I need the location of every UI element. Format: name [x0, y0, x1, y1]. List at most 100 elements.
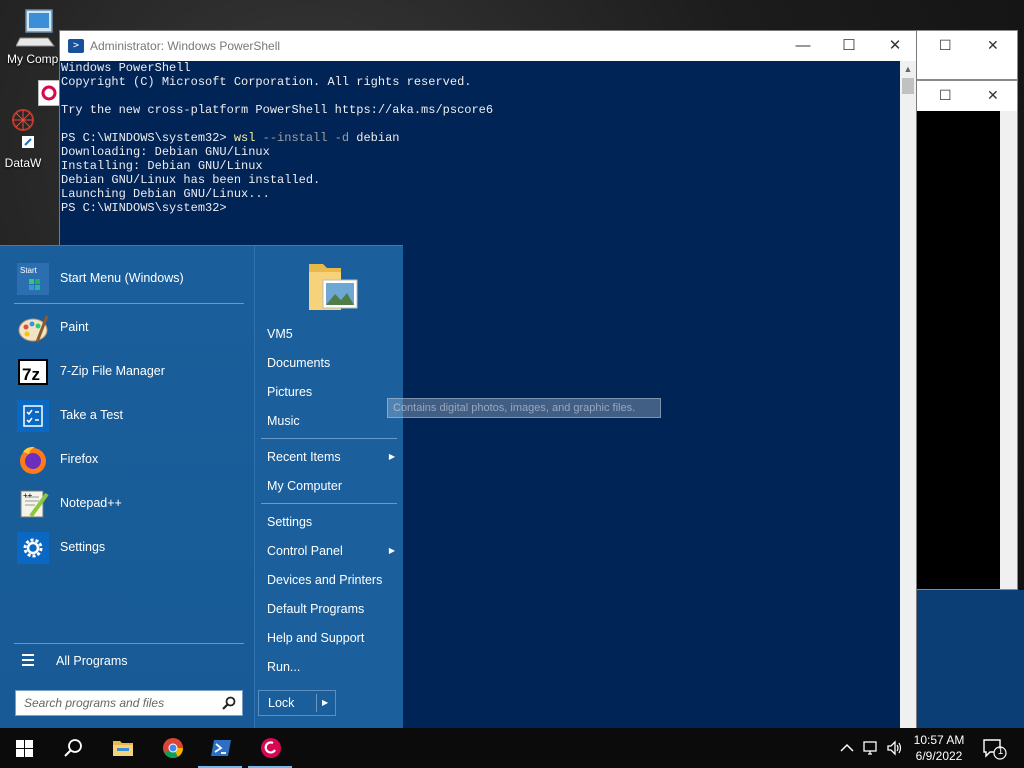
- command-target: debian: [356, 131, 400, 145]
- console-line: Downloading: Debian GNU/Linux: [61, 145, 270, 159]
- separator: [261, 438, 397, 439]
- search-icon[interactable]: [222, 696, 236, 710]
- powershell-icon: [211, 740, 231, 756]
- right-item-label: Default Programs: [267, 602, 365, 616]
- 7zip-icon: 7z: [17, 356, 49, 388]
- console-line: Installing: Debian GNU/Linux: [61, 159, 263, 173]
- user-folder-icon: [307, 258, 359, 314]
- scrollbar[interactable]: [1000, 111, 1017, 589]
- maximize-icon[interactable]: ☐: [939, 87, 952, 104]
- pinned-take-a-test[interactable]: Take a Test: [14, 396, 244, 436]
- command-line: PS C:\WINDOWS\system32> wsl --install -d…: [61, 131, 901, 145]
- desktop-icon-dataw[interactable]: DataW: [0, 108, 46, 170]
- pinned-label: Firefox: [60, 452, 99, 466]
- minimize-button[interactable]: —: [780, 31, 826, 61]
- right-item-my-computer[interactable]: My Computer: [267, 473, 399, 499]
- powershell-icon: >: [68, 39, 84, 53]
- debian-window-fragment[interactable]: [38, 80, 60, 106]
- chevron-up-icon[interactable]: [838, 739, 856, 757]
- right-item-default-programs[interactable]: Default Programs: [267, 596, 399, 622]
- minimize-icon[interactable]: ☐: [939, 37, 952, 54]
- pinned-settings[interactable]: Settings: [14, 528, 244, 568]
- search-taskbar-button[interactable]: [48, 728, 96, 768]
- taskbar-clock[interactable]: 10:57 AM 6/9/2022: [904, 732, 974, 764]
- window-title: Administrator: Windows PowerShell: [90, 39, 281, 53]
- right-item-control-panel[interactable]: Control Panel ▶: [267, 538, 399, 564]
- start-menu-icon: Start: [17, 263, 49, 295]
- lock-options-arrow-icon[interactable]: ▶: [322, 691, 328, 715]
- right-item-label: Devices and Printers: [267, 573, 383, 587]
- maximize-button[interactable]: ☐: [826, 31, 872, 61]
- notification-count: 1: [997, 746, 1004, 757]
- action-center-button[interactable]: 1: [982, 737, 1008, 761]
- close-icon[interactable]: ✕: [987, 37, 999, 54]
- volume-icon[interactable]: [886, 739, 904, 757]
- console-line: Copyright (C) Microsoft Corporation. All…: [61, 75, 472, 89]
- right-item-label: Control Panel: [267, 544, 343, 558]
- right-item-recent-items[interactable]: Recent Items ▶: [267, 444, 399, 470]
- right-item-label: Recent Items: [267, 450, 341, 464]
- start-icon-text: Start: [20, 266, 38, 275]
- pinned-start-menu-windows[interactable]: Start Start Menu (Windows): [14, 259, 244, 299]
- desktop-background-fragment: [916, 590, 1024, 728]
- submenu-arrow-icon: ▶: [388, 452, 395, 461]
- separator: [261, 503, 397, 504]
- pinned-paint[interactable]: Paint: [14, 308, 244, 348]
- right-item-vm5[interactable]: VM5: [267, 321, 399, 347]
- desktop-icon-label: DataW: [4, 156, 42, 170]
- console-line: Launching Debian GNU/Linux...: [61, 187, 270, 201]
- right-item-settings[interactable]: Settings: [267, 509, 399, 535]
- pinned-7zip[interactable]: 7z 7-Zip File Manager: [14, 352, 244, 392]
- search-input[interactable]: [16, 691, 216, 715]
- chrome-taskbar-button[interactable]: [148, 728, 196, 768]
- console-line: Debian GNU/Linux has been installed.: [61, 173, 321, 187]
- scroll-up-icon[interactable]: ▲: [900, 61, 916, 77]
- console-line: Windows PowerShell: [61, 61, 191, 75]
- start-menu: Start Start Menu (Windows) Paint 7z 7-Zi…: [0, 245, 403, 729]
- paint-icon: [17, 312, 49, 344]
- start-menu-right-pane: VM5 Documents Pictures Music Recent Item…: [254, 246, 403, 729]
- start-button[interactable]: [0, 728, 48, 768]
- desktop-icon-label: My Compu: [6, 52, 65, 66]
- console-line: PS C:\WINDOWS\system32>: [61, 201, 227, 215]
- all-programs-label: All Programs: [56, 654, 128, 668]
- powershell-taskbar-button[interactable]: [196, 728, 244, 768]
- right-item-run[interactable]: Run...: [267, 654, 399, 680]
- right-item-help-support[interactable]: Help and Support: [267, 625, 399, 651]
- pinned-notepadpp[interactable]: ++ Notepad++: [14, 484, 244, 524]
- scroll-thumb[interactable]: [902, 78, 914, 94]
- command-args: --install -d: [255, 131, 357, 145]
- search-box[interactable]: [15, 690, 243, 716]
- pictures-tooltip: Contains digital photos, images, and gra…: [387, 398, 661, 418]
- right-item-pictures[interactable]: Pictures: [267, 379, 399, 405]
- lock-label: Lock: [268, 696, 295, 710]
- close-button[interactable]: ✕: [872, 31, 918, 61]
- pinned-label: Take a Test: [60, 408, 124, 422]
- debian-taskbar-button[interactable]: [246, 728, 294, 768]
- start-menu-left-pane: Start Start Menu (Windows) Paint 7z 7-Zi…: [0, 246, 254, 729]
- command-verb: wsl: [233, 131, 256, 145]
- pinned-label: 7-Zip File Manager: [60, 364, 165, 378]
- right-item-label: Pictures: [267, 385, 313, 399]
- taskbar: 10:57 AM 6/9/2022 1: [0, 728, 1024, 768]
- debian-icon: [261, 738, 281, 758]
- lock-button[interactable]: Lock ▶: [258, 690, 336, 716]
- notepadpp-icon: ++: [17, 488, 49, 520]
- titlebar[interactable]: > Administrator: Windows PowerShell — ☐ …: [60, 31, 916, 61]
- right-item-documents[interactable]: Documents: [267, 350, 399, 376]
- file-explorer-taskbar-button[interactable]: [98, 728, 146, 768]
- pinned-firefox[interactable]: Firefox: [14, 440, 244, 480]
- submenu-arrow-icon: ▶: [388, 546, 395, 555]
- network-icon[interactable]: [862, 739, 880, 757]
- close-icon[interactable]: ✕: [987, 87, 999, 104]
- folder-icon: [113, 741, 133, 756]
- chrome-icon: [163, 738, 184, 759]
- right-item-music[interactable]: Music: [267, 408, 399, 434]
- right-item-devices-printers[interactable]: Devices and Printers: [267, 567, 399, 593]
- background-window-2[interactable]: ☐ ✕: [900, 80, 1018, 590]
- pinned-label: Settings: [60, 540, 106, 554]
- vertical-scrollbar[interactable]: ▲: [900, 61, 916, 729]
- all-programs-button[interactable]: All Programs: [14, 646, 244, 676]
- list-icon: [22, 654, 34, 668]
